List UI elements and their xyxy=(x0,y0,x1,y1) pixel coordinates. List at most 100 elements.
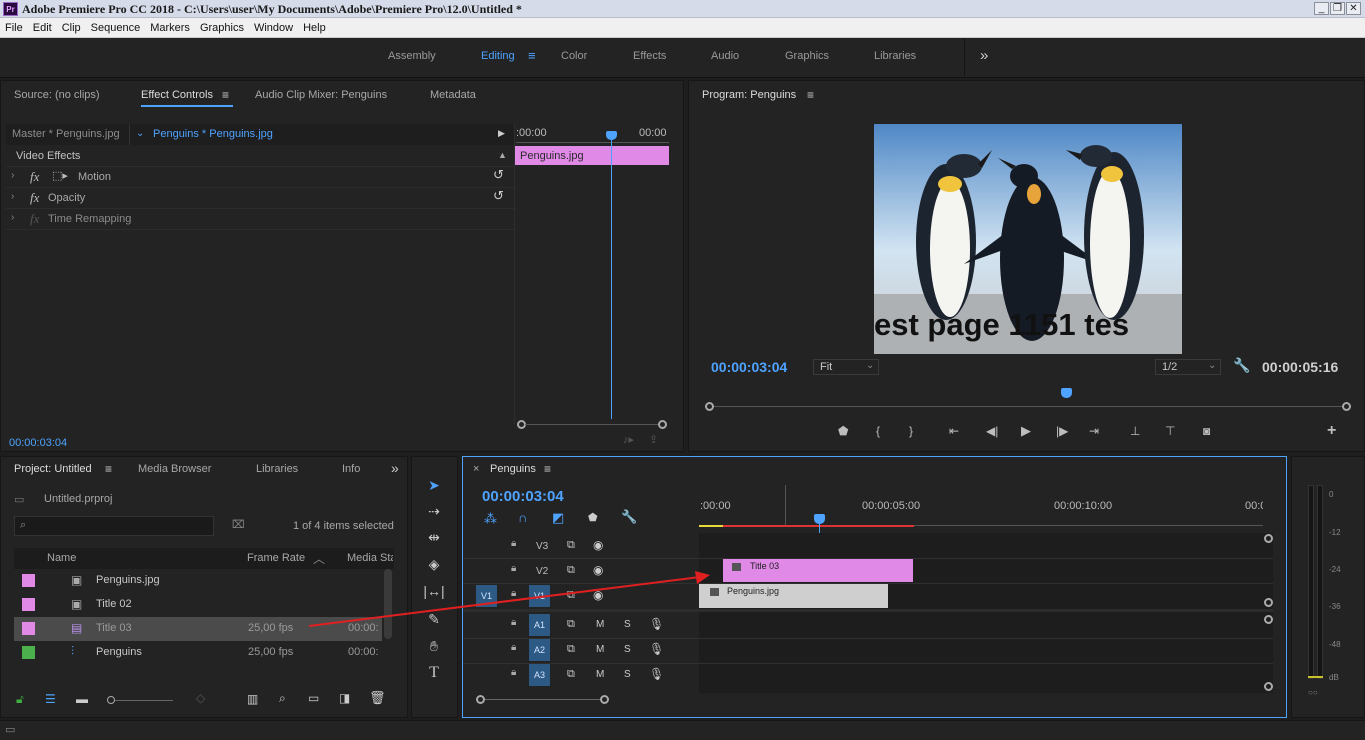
export-icon[interactable]: ⇪ xyxy=(649,433,658,446)
list-item[interactable]: ⫶ Penguins 25,00 fps 00:00: xyxy=(14,641,382,665)
tab-effect-controls[interactable]: Effect Controls xyxy=(141,89,213,101)
reset-motion-icon[interactable]: ↺ xyxy=(493,167,504,183)
lock-icon[interactable]: 🔓︎ xyxy=(16,692,24,707)
tab-info[interactable]: Info xyxy=(342,463,360,475)
type-tool-icon[interactable]: T xyxy=(423,662,445,684)
eye-icon[interactable]: ◉ xyxy=(593,588,603,602)
close-icon[interactable]: × xyxy=(473,463,479,475)
panel-menu-icon[interactable]: ≡ xyxy=(807,88,814,102)
camera-icon[interactable]: ◙ xyxy=(1203,424,1210,438)
label-color-swatch[interactable] xyxy=(22,598,35,611)
tab-libraries[interactable]: Libraries xyxy=(256,463,298,475)
snap-magnet-icon[interactable]: ∩ xyxy=(518,510,527,525)
chevron-down-icon[interactable]: ⌄ xyxy=(136,128,144,139)
extract-icon[interactable]: ⊤ xyxy=(1165,424,1175,438)
hand-tool-icon[interactable]: ✋︎ xyxy=(423,635,445,657)
workspace-audio[interactable]: Audio xyxy=(711,50,739,62)
fit-dropdown[interactable]: Fit ⌄ xyxy=(813,359,879,375)
mute-button[interactable]: M xyxy=(596,619,604,630)
effect-opacity[interactable]: Opacity xyxy=(48,192,85,204)
fx-icon[interactable]: fx xyxy=(30,169,39,185)
razor-tool-icon[interactable]: ◈ xyxy=(423,553,445,575)
step-forward-icon[interactable]: |▶ xyxy=(1056,424,1068,438)
sync-lock-icon[interactable]: ⧉ xyxy=(567,643,575,656)
program-current-time[interactable]: 00:00:03:04 xyxy=(711,359,787,375)
add-button-icon[interactable]: + xyxy=(1327,422,1336,440)
workspace-editing[interactable]: Editing xyxy=(481,50,515,62)
master-clip-label[interactable]: Master * Penguins.jpg xyxy=(12,128,120,140)
microphone-icon[interactable]: 🎙︎ xyxy=(649,617,664,631)
audio-scroll-handle-bottom[interactable] xyxy=(1264,682,1273,691)
linked-selection-icon[interactable]: ◩ xyxy=(552,510,564,526)
lock-icon[interactable]: 🔒︎ xyxy=(511,588,516,599)
go-to-out-icon[interactable]: ⇥ xyxy=(1089,424,1099,438)
scrub-bar[interactable] xyxy=(714,406,1342,407)
solo-meter-icon[interactable]: ○○ xyxy=(1308,688,1318,697)
ec-scrollbar[interactable] xyxy=(525,424,659,425)
panel-menu-icon[interactable]: ≡ xyxy=(105,462,112,476)
mark-in-icon[interactable]: { xyxy=(876,424,880,438)
expand-opacity-icon[interactable]: › xyxy=(11,191,14,202)
close-button[interactable]: ✕ xyxy=(1346,2,1361,15)
lock-icon[interactable]: 🔒︎ xyxy=(511,538,516,549)
image-clip[interactable]: Penguins.jpg xyxy=(699,584,888,608)
icon-view-icon[interactable]: ▬ xyxy=(76,692,88,706)
ec-timecode[interactable]: 00:00:03:04 xyxy=(9,437,67,449)
menu-edit[interactable]: Edit xyxy=(28,18,57,38)
menu-sequence[interactable]: Sequence xyxy=(86,18,146,38)
effect-time-remapping[interactable]: Time Remapping xyxy=(48,213,131,225)
trash-icon[interactable]: 🗑︎ xyxy=(369,690,386,706)
resolution-dropdown[interactable]: 1/2 ⌄ xyxy=(1155,359,1221,375)
step-back-icon[interactable]: ◀| xyxy=(986,424,998,438)
zoom-slider-handle[interactable] xyxy=(107,696,115,704)
transform-icon[interactable]: ⬚▸ xyxy=(52,169,68,182)
play-triangle-icon[interactable]: ▶ xyxy=(498,128,505,139)
collapse-icon[interactable]: ▲ xyxy=(498,150,507,160)
panel-menu-icon[interactable]: ≡ xyxy=(222,88,229,102)
workspace-effects[interactable]: Effects xyxy=(633,50,666,62)
title-clip[interactable]: Title 03 xyxy=(723,559,913,582)
sync-lock-icon[interactable]: ⧉ xyxy=(567,668,575,681)
ec-playhead-marker[interactable] xyxy=(606,131,617,140)
mute-button[interactable]: M xyxy=(596,669,604,680)
microphone-icon[interactable]: 🎙︎ xyxy=(649,642,664,656)
selection-tool-icon[interactable]: ➤ xyxy=(423,474,445,496)
zoom-slider[interactable] xyxy=(115,700,173,701)
reset-opacity-icon[interactable]: ↺ xyxy=(493,188,504,204)
sync-lock-icon[interactable]: ⧉ xyxy=(567,589,575,602)
add-marker-icon[interactable]: ⬟ xyxy=(588,511,598,524)
solo-button[interactable]: S xyxy=(624,619,631,630)
tabs-overflow-button[interactable]: » xyxy=(391,460,399,476)
ripple-edit-tool-icon[interactable]: ⇹ xyxy=(423,526,445,548)
h-scrollbar-thumb[interactable] xyxy=(485,699,600,700)
sync-lock-icon[interactable]: ⧉ xyxy=(567,564,575,577)
tab-media-browser[interactable]: Media Browser xyxy=(138,463,211,475)
program-playhead[interactable] xyxy=(1060,388,1072,398)
label-color-swatch[interactable] xyxy=(22,646,35,659)
restore-button[interactable]: ❐ xyxy=(1330,2,1345,15)
new-item-icon[interactable]: ◨ xyxy=(339,691,350,705)
track-target-a3[interactable]: A3 xyxy=(529,664,550,686)
menu-clip[interactable]: Clip xyxy=(57,18,86,38)
track-label-v3[interactable]: V3 xyxy=(536,541,548,552)
effect-motion[interactable]: Motion xyxy=(78,171,111,183)
lock-icon[interactable]: 🔒︎ xyxy=(511,617,516,628)
minimize-button[interactable]: _ xyxy=(1314,2,1329,15)
nest-toggle-icon[interactable]: ⁂ xyxy=(484,511,497,527)
microphone-icon[interactable]: 🎙︎ xyxy=(649,667,664,681)
expand-time-remap-icon[interactable]: › xyxy=(11,212,14,223)
menu-file[interactable]: File xyxy=(0,18,28,38)
workspace-graphics[interactable]: Graphics xyxy=(785,50,829,62)
workspace-assembly[interactable]: Assembly xyxy=(388,50,436,62)
sequence-tab[interactable]: Penguins xyxy=(490,463,536,475)
column-media-start[interactable]: Media Sta xyxy=(347,552,393,564)
timeline-settings-icon[interactable]: 🔧 xyxy=(621,509,637,525)
tab-project[interactable]: Project: Untitled xyxy=(14,463,92,475)
new-bin-icon[interactable]: ▭ xyxy=(308,691,319,705)
new-search-bin-icon[interactable]: ⌧ xyxy=(232,518,245,531)
mute-button[interactable]: M xyxy=(596,644,604,655)
solo-button[interactable]: S xyxy=(624,644,631,655)
h-scroll-handle-right[interactable] xyxy=(600,695,609,704)
project-scrollbar[interactable] xyxy=(384,569,392,639)
menu-graphics[interactable]: Graphics xyxy=(195,18,249,38)
